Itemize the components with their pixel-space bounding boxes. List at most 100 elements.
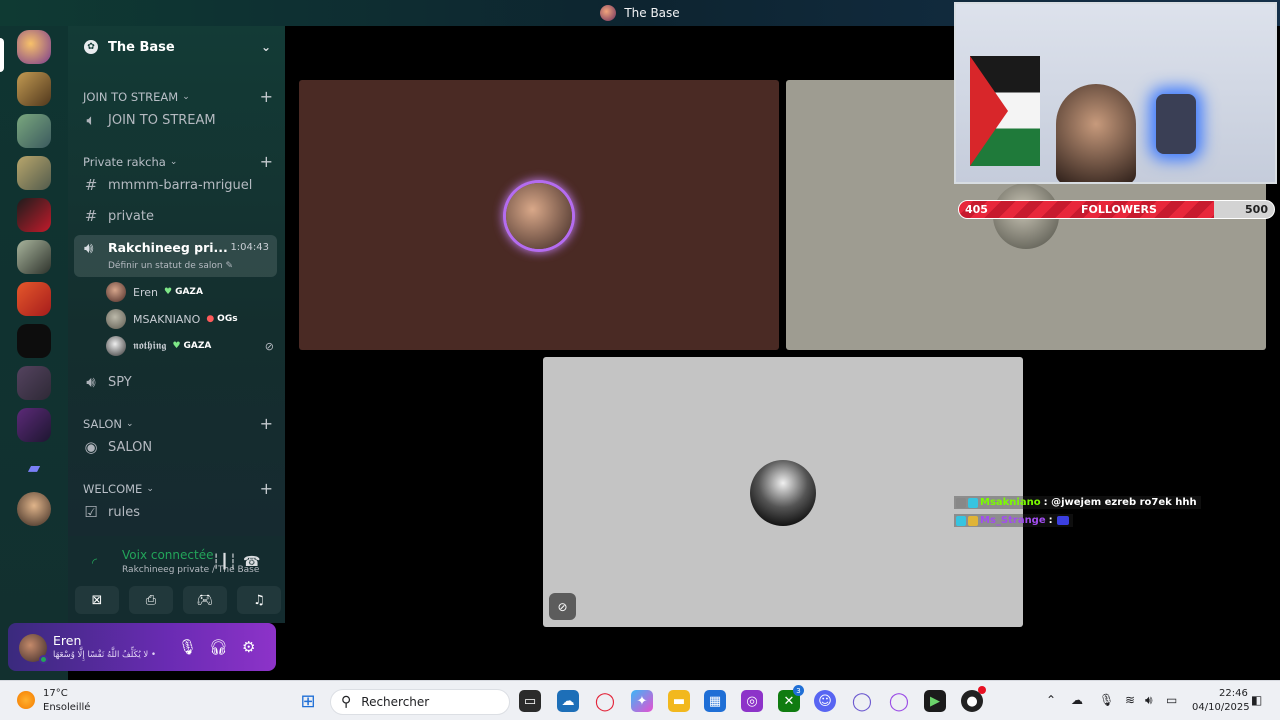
- cloud-icon[interactable]: ☁: [1071, 693, 1083, 707]
- channel-mmmm-barra-mriguel[interactable]: # mmmm-barra-mriguel: [82, 172, 278, 198]
- app-icon[interactable]: ◎: [741, 690, 763, 712]
- microphone-icon[interactable]: 🎙︎: [1099, 693, 1114, 707]
- noise-suppression-icon[interactable]: ┆┃┆: [212, 554, 237, 570]
- channel-spy[interactable]: 🔊︎ SPY: [82, 369, 278, 395]
- sun-icon[interactable]: [17, 691, 35, 709]
- opera-icon[interactable]: ◯: [594, 690, 616, 712]
- signal-icon[interactable]: ◜: [92, 556, 97, 571]
- gear-icon[interactable]: ⚙: [242, 638, 255, 656]
- channel-rules[interactable]: ☑ rules: [82, 499, 278, 525]
- avatar-speaking: [506, 183, 572, 249]
- hashtag-icon: #: [84, 176, 98, 194]
- clock-date[interactable]: 04/10/2025: [1192, 702, 1250, 713]
- category-join-to-stream[interactable]: JOIN TO STREAM ⌄ +: [83, 87, 273, 106]
- gamepad-icon: 🎮︎: [196, 592, 214, 608]
- channel-join-to-stream[interactable]: 🔈︎ JOIN TO STREAM: [82, 107, 278, 133]
- user-status: لا يُكَلِّفُ اللَّهُ نَفْسًا إِلَّا وُسْ…: [53, 650, 156, 660]
- apple-icon: ●: [206, 314, 215, 324]
- voice-user[interactable]: MSAKNIANO ● OGs: [106, 309, 274, 329]
- voice-user[interactable]: 𝖓𝖔𝖙𝖍𝖎𝖓𝖌 ♥ GAZA ⊘: [106, 336, 274, 356]
- channel-status-prompt[interactable]: Définir un statut de salon ✎: [108, 261, 233, 271]
- guild-boost-icon: ✿: [84, 40, 98, 54]
- channel-private[interactable]: # private: [82, 203, 278, 229]
- voice-status-title[interactable]: Voix connectée: [122, 548, 213, 562]
- add-channel-icon[interactable]: +: [260, 152, 273, 171]
- discord-icon[interactable]: ☺: [814, 690, 836, 712]
- windows-start-icon[interactable]: ⊞: [297, 690, 319, 712]
- weather-app-icon[interactable]: ☁: [557, 690, 579, 712]
- call-tile-eren[interactable]: [299, 80, 779, 350]
- light-glow: [1156, 94, 1196, 154]
- server-icon[interactable]: [17, 114, 51, 148]
- microsoft-store-icon[interactable]: ▦: [704, 690, 726, 712]
- copilot-icon[interactable]: ✦: [631, 690, 653, 712]
- speaker-icon: 🔊︎: [84, 239, 94, 257]
- chat-username: Msakniano: [980, 497, 1041, 508]
- followers-goal: 500: [1245, 203, 1268, 216]
- category-welcome[interactable]: WELCOME ⌄ +: [83, 479, 273, 498]
- voice-user-name: Eren: [133, 285, 158, 299]
- voice-user[interactable]: Eren ♥ GAZA: [106, 282, 274, 302]
- flag-triangle: [970, 56, 1008, 166]
- server-icon[interactable]: [17, 408, 51, 442]
- clock-time[interactable]: 22:46: [1219, 688, 1248, 699]
- emote-icon: [1056, 516, 1069, 525]
- volume-icon[interactable]: 🔊︎: [1145, 693, 1153, 708]
- activity-button[interactable]: 🎮︎: [183, 586, 227, 614]
- call-tile-nothing[interactable]: ⊘: [543, 357, 1023, 627]
- guild-header[interactable]: ✿ The Base ⌄: [68, 26, 285, 68]
- opera-icon[interactable]: ◯: [888, 690, 910, 712]
- user-tag: ● OGs: [206, 314, 237, 324]
- headphones-icon[interactable]: 🎧︎: [209, 638, 228, 656]
- camera-off-button[interactable]: ⊠: [75, 586, 119, 614]
- disconnect-icon[interactable]: ☎: [243, 554, 260, 570]
- window-title: The Base: [624, 6, 680, 20]
- channel-salon[interactable]: ◉ SALON: [82, 434, 278, 460]
- server-icon[interactable]: [17, 366, 51, 400]
- user-name[interactable]: Eren: [53, 633, 81, 648]
- server-icon[interactable]: [17, 282, 51, 316]
- server-icon[interactable]: [17, 198, 51, 232]
- battery-icon[interactable]: ▭: [1166, 693, 1177, 707]
- server-icon[interactable]: [17, 156, 51, 190]
- chevron-up-icon[interactable]: ⌃: [1046, 693, 1056, 707]
- microphone-icon[interactable]: 🎙︎: [178, 638, 197, 656]
- voice-status-subtitle[interactable]: Rakchineeg private / The Base: [122, 565, 259, 575]
- add-channel-icon[interactable]: +: [260, 414, 273, 433]
- add-channel-icon[interactable]: +: [260, 479, 273, 498]
- share-screen-button[interactable]: ⎙: [129, 586, 173, 614]
- user-panel: Eren لا يُكَلِّفُ اللَّهُ نَفْسًا إِلَّا…: [8, 623, 276, 671]
- server-icon[interactable]: [17, 72, 51, 106]
- add-channel-icon[interactable]: +: [260, 87, 273, 106]
- taskbar-search[interactable]: ⚲ Rechercher: [330, 689, 510, 715]
- followers-current: 405: [965, 203, 988, 216]
- notification-icon[interactable]: ◧: [1251, 693, 1262, 707]
- channel-label: Rakchineeg pri...: [108, 240, 228, 255]
- server-icon-the-base[interactable]: [17, 30, 51, 64]
- xbox-icon[interactable]: ✕ 3: [778, 685, 804, 712]
- streamer-figure: [1056, 84, 1136, 182]
- streamlabs-icon[interactable]: ▶: [924, 690, 946, 712]
- channel-label: mmmm-barra-mriguel: [108, 177, 253, 193]
- weather-temperature[interactable]: 17°C: [43, 688, 68, 699]
- chevron-down-icon: ⌄: [146, 483, 154, 494]
- chevron-down-icon: ⌄: [182, 91, 190, 102]
- wifi-icon[interactable]: ≋: [1125, 693, 1135, 707]
- opera-gx-icon[interactable]: ◯: [851, 690, 873, 712]
- channel-rakchineeg-private[interactable]: 🔊︎ Rakchineeg pri... 1:04:43 Définir un …: [74, 235, 277, 277]
- tag-label: GAZA: [175, 287, 203, 297]
- task-view-icon[interactable]: ▭: [519, 690, 541, 712]
- channel-status-text: Définir un statut de salon: [108, 261, 223, 271]
- windows-taskbar: 17°C Ensoleillé ⊞ ⚲ Rechercher ▭ ☁ ◯ ✦ ▬…: [0, 680, 1280, 720]
- server-icon[interactable]: [17, 492, 51, 526]
- file-explorer-icon[interactable]: ▬: [668, 690, 690, 712]
- server-icon[interactable]: [17, 240, 51, 274]
- weather-condition[interactable]: Ensoleillé: [43, 702, 90, 713]
- server-icon[interactable]: [17, 324, 51, 358]
- soundboard-button[interactable]: ♫: [237, 586, 281, 614]
- category-private-rakcha[interactable]: Private rakcha ⌄ +: [83, 152, 273, 171]
- guild-name: The Base: [108, 39, 175, 55]
- obs-icon[interactable]: ●: [961, 686, 986, 712]
- category-salon[interactable]: SALON ⌄ +: [83, 414, 273, 433]
- folder-icon[interactable]: ▰: [17, 450, 51, 484]
